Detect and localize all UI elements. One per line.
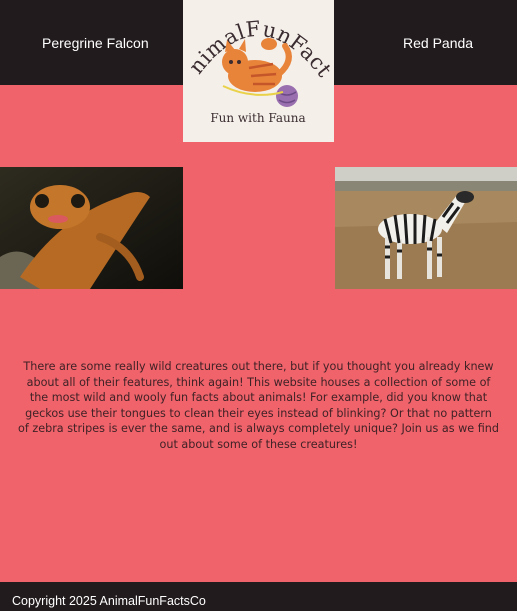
logo-tagline: Fun with Fauna [210,111,305,125]
nav-link-red-panda[interactable]: Red Panda [403,35,473,51]
page-footer: Copyright 2025 AnimalFunFactsCo [0,582,517,611]
cat-illustration-icon [222,38,298,107]
site-logo[interactable]: AnimalFunFacts Fun with Fauna [183,0,334,142]
footer-copyright: Copyright 2025 AnimalFunFactsCo [12,594,206,608]
gecko-photo [0,167,183,289]
zebra-photo [335,167,517,289]
intro-paragraph: There are some really wild creatures out… [18,360,499,451]
nav-link-peregrine-falcon[interactable]: Peregrine Falcon [42,35,149,51]
